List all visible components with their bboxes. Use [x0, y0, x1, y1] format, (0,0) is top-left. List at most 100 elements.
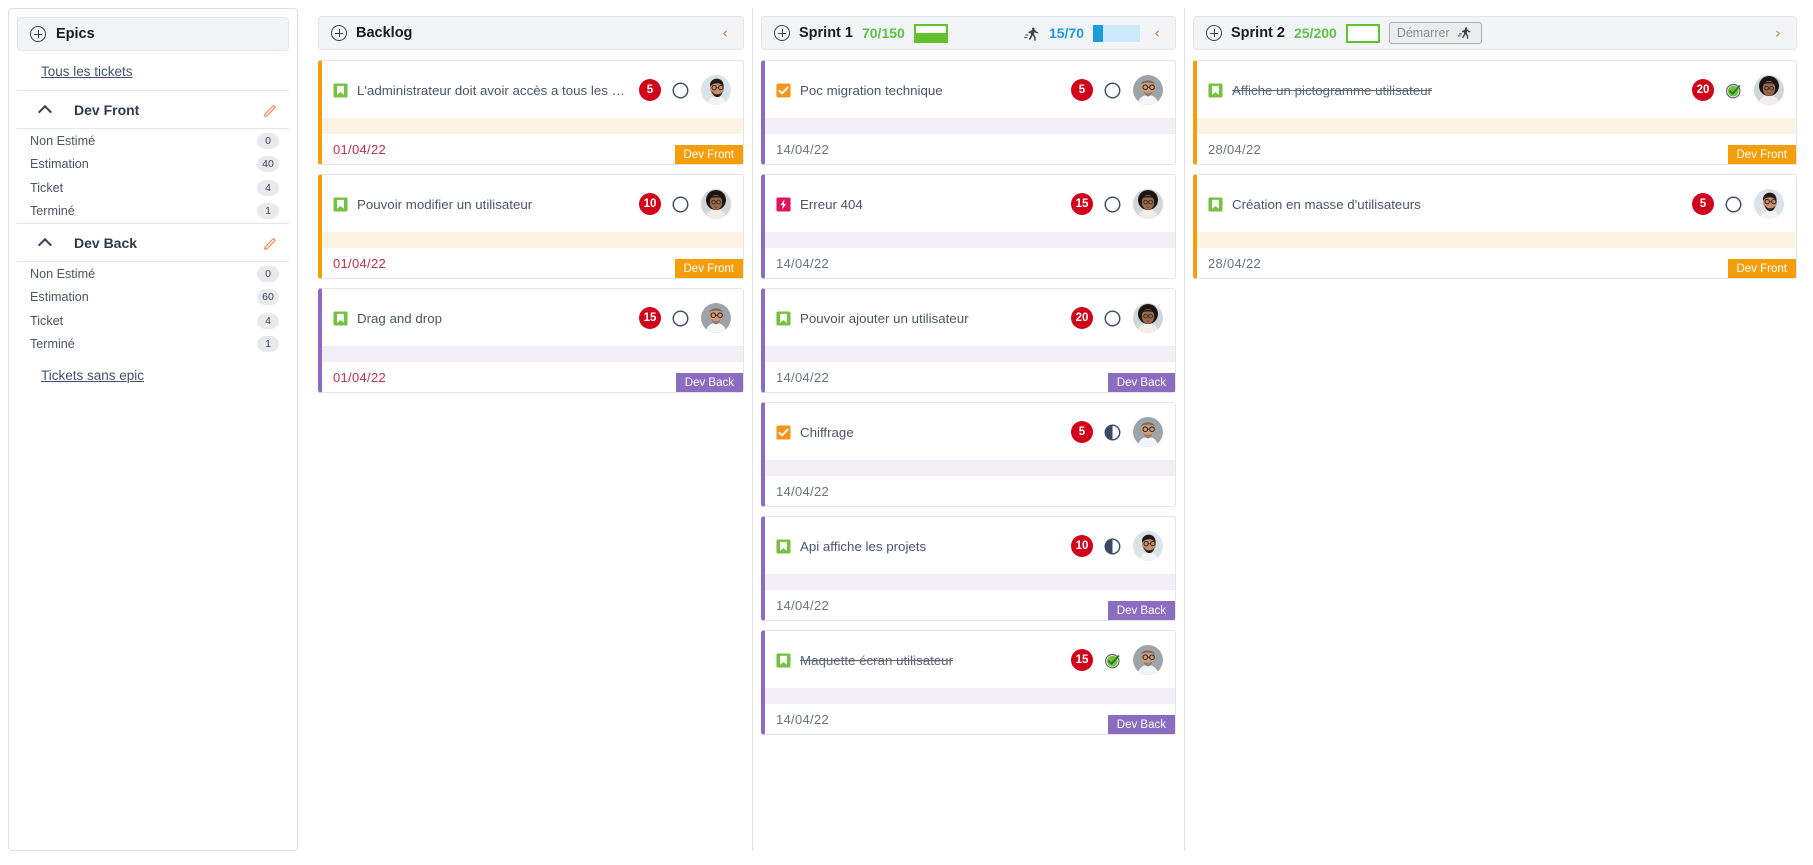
column-header-backlog: Backlog ‹: [318, 16, 744, 50]
epic-stat-row: Terminé 1: [17, 200, 289, 224]
avatar[interactable]: [701, 303, 731, 333]
circle-plus-icon[interactable]: [331, 25, 347, 41]
check-circle-green-icon[interactable]: [1725, 82, 1742, 99]
epic-name: Dev Front: [74, 101, 140, 118]
ticket-card[interactable]: Chiffrage 5 14/04/22: [761, 402, 1176, 507]
card-progress-strip: [1197, 118, 1796, 134]
story-points-badge: 5: [1071, 79, 1093, 101]
card-epic-tag[interactable]: Dev Front: [1727, 259, 1796, 278]
circle-plus-icon[interactable]: [1206, 25, 1222, 41]
half-circle-icon[interactable]: [1104, 424, 1121, 441]
stat-label: Ticket: [30, 313, 64, 328]
runner-icon: [1457, 25, 1474, 42]
chevron-up-icon[interactable]: [39, 106, 52, 114]
chevron-left-icon[interactable]: ‹: [1149, 25, 1165, 41]
start-sprint-button[interactable]: Démarrer: [1388, 22, 1482, 44]
check-circle-green-icon[interactable]: [1104, 652, 1121, 669]
story-points-badge: 10: [1071, 535, 1093, 557]
card-header: Poc migration technique 5: [765, 61, 1175, 118]
chevron-right-icon[interactable]: ›: [1770, 25, 1786, 41]
card-title: Drag and drop: [357, 310, 443, 326]
epic-stat-row: Ticket 4: [17, 176, 289, 200]
circle-outline-icon[interactable]: [672, 82, 689, 99]
epic-header[interactable]: Dev Back: [17, 224, 289, 262]
ticket-card[interactable]: L'administrateur doit avoir accès a tous…: [318, 60, 744, 165]
pencil-icon[interactable]: [262, 234, 279, 251]
circle-outline-icon[interactable]: [1725, 196, 1742, 213]
epics-panel-header[interactable]: Epics: [17, 17, 289, 51]
card-progress-strip: [1197, 232, 1796, 248]
ticket-card[interactable]: Création en masse d'utilisateurs 5 28/04/2…: [1193, 174, 1797, 279]
card-progress-strip: [765, 574, 1175, 590]
bookmark-icon: [333, 310, 348, 326]
epic-header[interactable]: Dev Front: [17, 91, 289, 129]
card-date: 14/04/22: [776, 597, 830, 613]
circle-outline-icon[interactable]: [672, 196, 689, 213]
stat-value: 1: [257, 336, 279, 353]
avatar[interactable]: [1133, 189, 1163, 219]
avatar[interactable]: [1133, 417, 1163, 447]
half-circle-icon[interactable]: [1104, 538, 1121, 555]
card-epic-tag[interactable]: Dev Front: [674, 259, 743, 278]
card-epic-tag[interactable]: Dev Front: [674, 145, 743, 164]
chevron-left-icon[interactable]: ‹: [717, 25, 733, 41]
story-points-badge: 5: [1071, 421, 1093, 443]
avatar[interactable]: [1754, 75, 1784, 105]
tickets-without-epic-link[interactable]: Tickets sans epic: [17, 356, 289, 383]
column-body-backlog[interactable]: L'administrateur doit avoir accès a tous…: [310, 60, 752, 851]
ticket-card[interactable]: Affiche un pictogramme utilisateur 20 28/0…: [1193, 60, 1797, 165]
card-epic-tag[interactable]: Dev Back: [675, 373, 743, 392]
card-date: 14/04/22: [776, 483, 830, 499]
all-tickets-link[interactable]: Tous les tickets: [17, 51, 289, 90]
card-footer: 28/04/22 Dev Front: [1197, 248, 1796, 278]
column-body-sprint-1[interactable]: Poc migration technique 5 14/04/22 Erreur 4…: [753, 60, 1184, 851]
avatar[interactable]: [1133, 645, 1163, 675]
card-date: 01/04/22: [333, 255, 387, 271]
card-header: Pouvoir modifier un utilisateur 10: [322, 175, 743, 232]
epic-stat-row: Non Estimé 0: [17, 262, 289, 286]
column-sprint-1: Sprint 1 70/150 15/70 ‹ Poc migration te…: [752, 8, 1184, 851]
epic-stat-row: Estimation 60: [17, 286, 289, 310]
ticket-card[interactable]: Drag and drop 15 01/04/22 Dev Back: [318, 288, 744, 393]
circle-plus-icon[interactable]: [774, 25, 790, 41]
ticket-card[interactable]: Erreur 404 15 14/04/22: [761, 174, 1176, 279]
epics-sidebar: Epics Tous les tickets Dev Front Non Est…: [8, 8, 298, 851]
stat-value: 1: [257, 203, 279, 220]
stat-value: 0: [257, 132, 279, 149]
story-points-badge: 15: [1071, 193, 1093, 215]
card-footer: 01/04/22 Dev Back: [322, 362, 743, 392]
circle-plus-icon[interactable]: [30, 26, 46, 42]
start-sprint-label: Démarrer: [1396, 26, 1450, 40]
column-header-sprint-1: Sprint 1 70/150 15/70 ‹: [761, 16, 1176, 50]
ticket-card[interactable]: Maquette écran utilisateur 15 14/04/22 Dev …: [761, 630, 1176, 735]
card-epic-tag[interactable]: Dev Front: [1727, 145, 1796, 164]
pencil-icon[interactable]: [262, 101, 279, 118]
story-points-badge: 5: [1692, 193, 1714, 215]
bug-bolt-icon: [776, 196, 791, 212]
avatar[interactable]: [1754, 189, 1784, 219]
circle-outline-icon[interactable]: [1104, 82, 1121, 99]
card-date: 14/04/22: [776, 369, 830, 385]
ticket-card[interactable]: Pouvoir ajouter un utilisateur 20 14/04/22…: [761, 288, 1176, 393]
circle-outline-icon[interactable]: [1104, 310, 1121, 327]
ticket-card[interactable]: Poc migration technique 5 14/04/22: [761, 60, 1176, 165]
ticket-card[interactable]: Api affiche les projets 10 14/04/22 Dev Bac…: [761, 516, 1176, 621]
circle-outline-icon[interactable]: [672, 310, 689, 327]
card-epic-tag[interactable]: Dev Back: [1107, 373, 1175, 392]
avatar[interactable]: [1133, 303, 1163, 333]
card-epic-tag[interactable]: Dev Back: [1107, 715, 1175, 734]
card-progress-strip: [322, 346, 743, 362]
avatar[interactable]: [1133, 75, 1163, 105]
card-header: L'administrateur doit avoir accès a tous…: [322, 61, 743, 118]
avatar[interactable]: [701, 189, 731, 219]
column-body-sprint-2[interactable]: Affiche un pictogramme utilisateur 20 28/0…: [1185, 60, 1805, 851]
card-epic-tag[interactable]: Dev Back: [1107, 601, 1175, 620]
card-footer: 14/04/22: [765, 476, 1175, 506]
ticket-card[interactable]: Pouvoir modifier un utilisateur 10 01/04/2…: [318, 174, 744, 279]
chevron-up-icon[interactable]: [39, 239, 52, 247]
card-title: Pouvoir modifier un utilisateur: [357, 196, 533, 212]
circle-outline-icon[interactable]: [1104, 196, 1121, 213]
story-points-badge: 20: [1071, 307, 1093, 329]
avatar[interactable]: [1133, 531, 1163, 561]
avatar[interactable]: [701, 75, 731, 105]
